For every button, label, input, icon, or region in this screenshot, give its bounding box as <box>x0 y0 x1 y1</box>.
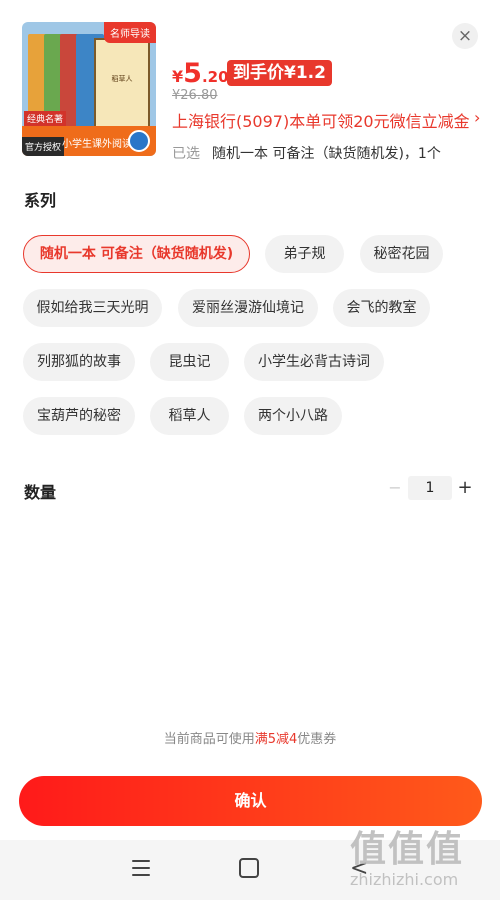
series-option[interactable]: 秘密花园 <box>360 235 443 273</box>
series-text: 小学生课外阅读 <box>62 139 132 150</box>
official-badge: 官方授权 <box>22 137 65 156</box>
series-option[interactable]: 稻草人 <box>150 397 229 435</box>
series-option[interactable]: 两个小八路 <box>244 397 342 435</box>
product-thumbnail: 稻草人 名师导读 经典名著 官方授权 小学生课外阅读 <box>22 22 156 156</box>
quantity-minus-button[interactable]: − <box>386 476 404 500</box>
series-title: 系列 <box>24 191 57 210</box>
original-price: ¥26.80 <box>172 88 218 103</box>
close-button[interactable]: × <box>452 23 478 49</box>
chevron-right-icon[interactable]: › <box>474 108 480 127</box>
quantity-plus-button[interactable]: + <box>456 476 474 500</box>
mascot-icon <box>128 130 150 152</box>
coupon-note-suffix: 优惠券 <box>297 732 337 747</box>
net-price-badge: 到手价¥1.2 <box>227 60 332 86</box>
watermark-logo: 值值值 <box>350 829 465 870</box>
coupon-note: 当前商品可使用满5减4优惠券 <box>0 728 500 747</box>
series-option[interactable]: 小学生必背古诗词 <box>244 343 384 381</box>
cover-title: 稻草人 <box>111 75 133 83</box>
coupon-note-highlight: 满5减4 <box>254 732 298 747</box>
price-integer: 5 <box>183 58 202 89</box>
currency-symbol: ¥ <box>172 67 184 86</box>
series-option[interactable]: 列那狐的故事 <box>23 343 135 381</box>
selected-summary: 已选 随机一本 可备注（缺货随机发)，1个 <box>172 143 441 163</box>
coupon-note-prefix: 当前商品可使用 <box>163 732 255 747</box>
thumb-tag: 名师导读 <box>104 22 156 43</box>
series-option[interactable]: 假如给我三天光明 <box>23 289 162 327</box>
series-option[interactable]: 宝葫芦的秘密 <box>23 397 135 435</box>
selected-value: 随机一本 可备注（缺货随机发)，1个 <box>212 146 441 162</box>
series-option[interactable]: 弟子规 <box>265 235 344 273</box>
watermark-url: zhizhizhi.com <box>350 870 459 889</box>
classic-badge: 经典名著 <box>24 111 67 126</box>
price-decimal: .20 <box>201 68 229 86</box>
home-icon[interactable] <box>239 858 259 878</box>
watermark: 值值值 zhizhizhi.com <box>350 820 500 900</box>
series-option[interactable]: 随机一本 可备注（缺货随机发) <box>23 235 250 273</box>
quantity-title: 数量 <box>24 483 57 502</box>
quantity-input[interactable]: 1 <box>408 476 452 500</box>
series-option[interactable]: 昆虫记 <box>150 343 229 381</box>
sku-selector-sheet: 稻草人 名师导读 经典名著 官方授权 小学生课外阅读 × ¥ 5 .20 到手价… <box>0 0 500 840</box>
series-option[interactable]: 会飞的教室 <box>333 289 430 327</box>
confirm-button[interactable]: 确认 <box>19 776 482 826</box>
bank-promo-link[interactable]: 上海银行(5097)本单可领20元微信立减金 <box>172 108 470 132</box>
menu-icon[interactable] <box>132 860 150 876</box>
series-option[interactable]: 爱丽丝漫游仙境记 <box>178 289 318 327</box>
selected-label: 已选 <box>172 146 200 162</box>
